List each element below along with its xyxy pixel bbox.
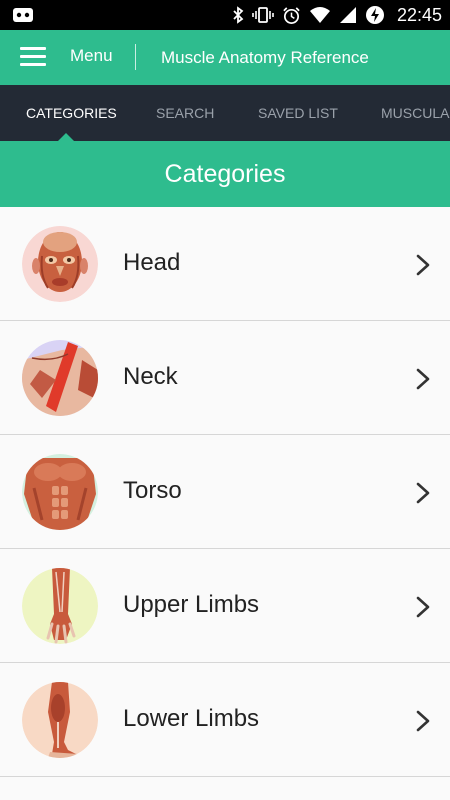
battery-charging-icon (365, 6, 384, 24)
app-bar: Menu Muscle Anatomy Reference (0, 30, 450, 85)
section-header: Categories (0, 141, 450, 207)
list-item-label: Neck (123, 363, 178, 390)
signal-icon (339, 7, 356, 23)
head-muscles-image (22, 226, 98, 302)
tab-saved-list[interactable]: SAVED LIST (258, 105, 338, 121)
list-item-torso[interactable]: Torso (0, 435, 450, 549)
chevron-right-icon (416, 482, 430, 504)
lower-limbs-muscles-image (22, 682, 98, 758)
chevron-right-icon (416, 368, 430, 390)
chevron-right-icon (416, 254, 430, 276)
neck-muscles-image (22, 340, 98, 416)
list-item-label: Upper Limbs (123, 591, 260, 618)
list-item-label: Lower Limbs (123, 705, 260, 732)
app-title: Muscle Anatomy Reference (161, 48, 369, 67)
menu-icon[interactable] (20, 47, 46, 67)
list-item-lower-limbs[interactable]: Lower Limbs (0, 663, 450, 777)
menu-button[interactable]: Menu (70, 46, 113, 66)
alarm-icon (283, 6, 300, 24)
category-list: Head Neck Torso Upper Limbs Lower Limbs (0, 207, 450, 777)
tab-categories[interactable]: CATEGORIES (26, 105, 117, 121)
upper-limbs-muscles-image (22, 568, 98, 644)
wifi-icon (309, 7, 330, 23)
bluetooth-icon (233, 6, 244, 24)
active-tab-indicator (58, 133, 74, 141)
tab-muscular[interactable]: MUSCULAR (381, 105, 450, 121)
app-bar-divider (135, 44, 136, 70)
list-item-upper-limbs[interactable]: Upper Limbs (0, 549, 450, 663)
list-item-head[interactable]: Head (0, 207, 450, 321)
list-item-label: Torso (123, 477, 182, 504)
chevron-right-icon (416, 596, 430, 618)
torso-muscles-image (22, 454, 98, 530)
status-time: 22:45 (396, 4, 442, 25)
vibrate-icon (252, 7, 274, 23)
list-item-label: Head (123, 249, 181, 276)
android-debug-icon (13, 8, 33, 22)
list-item-neck[interactable]: Neck (0, 321, 450, 435)
status-bar: 22:45 (0, 0, 450, 30)
chevron-right-icon (416, 710, 430, 732)
section-title: Categories (164, 160, 286, 188)
tab-search[interactable]: SEARCH (156, 105, 214, 121)
